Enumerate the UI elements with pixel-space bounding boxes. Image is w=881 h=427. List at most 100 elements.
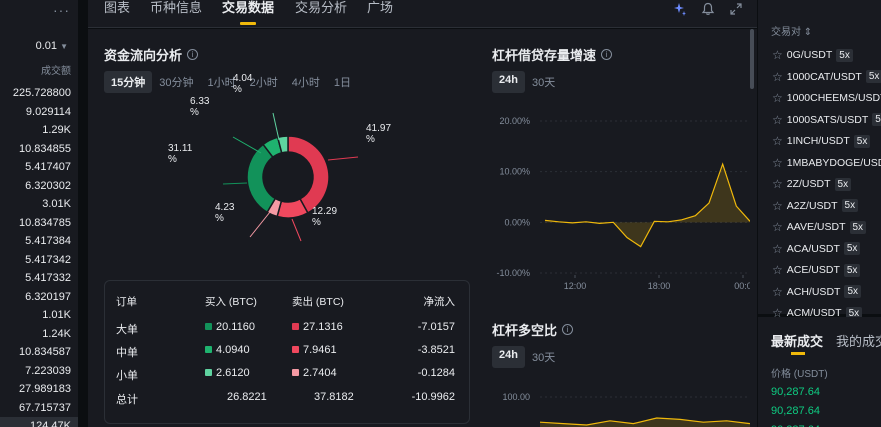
pairs-header-text: 交易对: [771, 27, 801, 38]
interval-tab[interactable]: 4小时: [285, 71, 327, 93]
volume-value: 6.320302: [25, 179, 71, 192]
pair-item[interactable]: ☆ AAVE/USDT 5x: [772, 219, 867, 235]
bell-icon[interactable]: [701, 2, 715, 16]
more-dots-icon[interactable]: ···: [53, 2, 70, 18]
star-icon[interactable]: ☆: [772, 156, 783, 170]
order-name: 总计: [116, 394, 138, 406]
interval-tab[interactable]: 15分钟: [104, 71, 153, 93]
volume-list: 225.728800 9.029114 1.29K 10.834855 5.417407…: [0, 84, 78, 427]
interval-tab[interactable]: 24h: [492, 71, 525, 93]
scrollbar-thumb[interactable]: [750, 29, 754, 89]
leverage-badge: 5x: [836, 48, 853, 62]
tab-my-trades[interactable]: 我的成交: [836, 331, 881, 350]
interval-tab[interactable]: 1日: [327, 71, 358, 93]
pair-item[interactable]: ☆ 0G/USDT 5x: [772, 47, 853, 63]
order-name: 小单: [116, 370, 138, 382]
trade-price: 90,287.64: [771, 405, 820, 417]
order-name: 中单: [116, 347, 138, 359]
precision-select[interactable]: 0.01 ▼: [36, 40, 68, 52]
y-tick-label: -10.00%: [496, 268, 530, 278]
interval-tab[interactable]: 30天: [525, 346, 562, 368]
buy-color-swatch: [205, 346, 212, 353]
interval-tab[interactable]: 30分钟: [152, 71, 200, 93]
volume-value: 1.01K: [42, 309, 71, 321]
donut-label: 12.29 %: [312, 206, 338, 228]
header-order: 订单: [116, 296, 137, 308]
star-icon[interactable]: ☆: [772, 263, 783, 277]
sparkle-icon[interactable]: [673, 2, 687, 16]
interval-tab[interactable]: 30天: [525, 71, 562, 93]
star-icon[interactable]: ☆: [772, 134, 783, 148]
pair-item[interactable]: ☆ 2Z/USDT 5x: [772, 176, 852, 192]
pair-item[interactable]: ☆ A2Z/USDT 5x: [772, 198, 859, 214]
interval-tab[interactable]: 24h: [492, 346, 525, 368]
net-value: -3.8521: [417, 344, 455, 356]
pair-item[interactable]: ☆1000CHEEMS/USDT5x: [772, 90, 881, 106]
trading-pairs-list: 交易对 ⇕ ☆ 0G/USDT 5x ☆ 1000CAT/USDT 5x ☆ 1000CHEE…: [758, 0, 881, 320]
y-tick-label: 20.00%: [499, 116, 530, 126]
donut-label: 6.33 %: [190, 96, 210, 118]
tab-square[interactable]: 广场: [367, 0, 393, 16]
star-icon[interactable]: ☆: [772, 199, 783, 213]
volume-value: 67.715737: [19, 401, 71, 414]
info-icon[interactable]: i: [187, 49, 199, 60]
tab-trading-analysis[interactable]: 交易分析: [295, 0, 347, 16]
info-icon[interactable]: i: [601, 49, 613, 60]
volume-value: 1.29K: [42, 124, 71, 136]
tab-chart[interactable]: 图表: [104, 0, 130, 16]
star-icon[interactable]: ☆: [772, 285, 783, 299]
buy-color-swatch: [205, 323, 212, 330]
volume-value: 10.834587: [19, 346, 71, 358]
tab-trading-data[interactable]: 交易数据: [222, 0, 275, 25]
pairs-header[interactable]: 交易对 ⇕: [771, 23, 812, 38]
pair-item[interactable]: ☆1000SATS/USDT5x: [772, 112, 881, 128]
pair-item[interactable]: ☆ 1INCH/USDT 5x: [772, 133, 871, 149]
tab-label: 图表: [104, 0, 131, 15]
star-icon[interactable]: ☆: [772, 113, 783, 127]
pair-item[interactable]: ☆ ACH/USDT 5x: [772, 284, 861, 300]
margin-growth-interval-tabs: 24h 30天: [492, 71, 562, 93]
header-sell: 卖出 (BTC): [292, 296, 344, 308]
sell-cell: 2.7404: [292, 367, 337, 379]
trading-data-panel: 资金流向分析 i 15分钟 30分钟 1小时 2小时 4小时 1日 订单 买入 (BTC)…: [88, 29, 757, 427]
pair-symbol: 1MBABYDOGE/USDT: [786, 156, 881, 169]
pair-item[interactable]: ☆ 1000CAT/USDT 5x: [772, 69, 881, 85]
pair-symbol: A2Z/USDT: [786, 199, 838, 212]
buy-value: 2.6120: [216, 367, 250, 379]
leverage-badge: 5x: [853, 134, 871, 148]
sell-color-swatch: [292, 346, 299, 353]
capital-flow-interval-tabs: 15分钟 30分钟 1小时 2小时 4小时 1日: [104, 71, 358, 93]
leverage-badge: 5x: [843, 242, 861, 255]
pair-item[interactable]: ☆ ACE/USDT 5x: [772, 262, 861, 278]
star-icon[interactable]: ☆: [772, 220, 783, 234]
donut-label: 41.97 %: [366, 123, 392, 145]
pair-symbol: ACA/USDT: [786, 242, 840, 255]
tab-latest-trades[interactable]: 最新成交: [771, 331, 823, 350]
volume-value: 6.320197: [25, 290, 71, 303]
pair-item[interactable]: ☆1MBABYDOGE/USDT5x: [772, 155, 881, 171]
tab-label: 交易数据: [222, 0, 275, 15]
buy-value: 4.0940: [216, 344, 250, 356]
donut-label: 31.11 %: [168, 143, 193, 165]
long-short-chart: 100.00: [502, 392, 750, 427]
tab-coin-info[interactable]: 币种信息: [150, 0, 202, 16]
tab-label: 广场: [367, 0, 394, 15]
star-icon[interactable]: ☆: [772, 48, 783, 62]
volume-value: 10.834855: [19, 142, 71, 155]
price-header: 价格 (USDT): [771, 369, 828, 380]
long-short-interval-tabs: 24h 30天: [492, 346, 562, 368]
star-icon[interactable]: ☆: [772, 177, 783, 191]
donut-label: 4.04 %: [233, 73, 253, 95]
buy-cell: 4.0940: [205, 344, 250, 356]
pair-item[interactable]: ☆ ACA/USDT 5x: [772, 241, 861, 257]
star-icon[interactable]: ☆: [772, 242, 783, 256]
sell-cell: 27.1316: [292, 321, 343, 333]
volume-value: 124.47K: [0, 417, 78, 427]
header-net: 净流入: [423, 296, 456, 308]
star-icon[interactable]: ☆: [772, 91, 783, 105]
net-value: -0.1284: [417, 367, 455, 379]
pair-symbol: 0G/USDT: [786, 49, 833, 61]
info-icon[interactable]: i: [562, 324, 574, 335]
star-icon[interactable]: ☆: [772, 70, 783, 84]
expand-icon[interactable]: [729, 2, 743, 16]
